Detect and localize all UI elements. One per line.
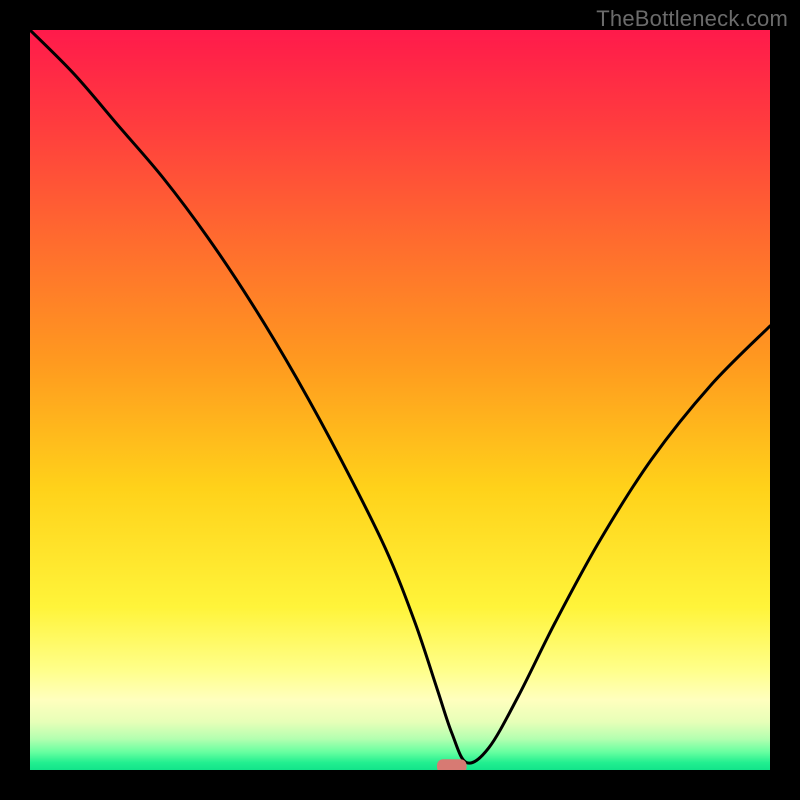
plot-area: [30, 30, 770, 770]
chart-frame: TheBottleneck.com: [0, 0, 800, 800]
watermark-text: TheBottleneck.com: [596, 6, 788, 32]
optimal-marker: [437, 759, 467, 770]
bottleneck-curve: [30, 30, 770, 770]
